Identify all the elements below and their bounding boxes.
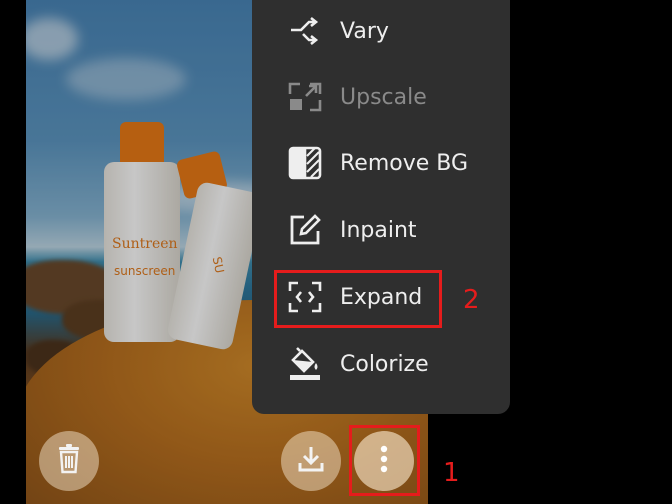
inpaint-icon — [288, 213, 322, 247]
menu-item-label: Upscale — [340, 84, 427, 110]
menu-item-colorize[interactable]: Colorize — [252, 333, 510, 395]
delete-button[interactable] — [39, 431, 99, 491]
menu-item-label: Inpaint — [340, 217, 417, 243]
trash-icon — [55, 444, 83, 478]
highlight-box-more-options — [349, 425, 420, 496]
menu-item-upscale[interactable]: Upscale — [252, 66, 510, 128]
menu-item-label: Colorize — [340, 351, 429, 377]
menu-item-label: Vary — [340, 18, 389, 44]
more-options-menu: Vary Upscale Remove BG Inpaint Expand Co… — [252, 0, 510, 414]
colorize-icon — [288, 347, 322, 381]
menu-item-label: Remove BG — [340, 150, 469, 176]
remove-bg-icon — [288, 146, 322, 180]
upscale-icon — [288, 80, 322, 114]
download-icon — [296, 444, 326, 478]
vary-icon — [288, 14, 322, 48]
step-number-2: 2 — [463, 285, 480, 315]
menu-item-remove-bg[interactable]: Remove BG — [252, 132, 510, 194]
menu-item-inpaint[interactable]: Inpaint — [252, 199, 510, 261]
stage: Suntreen sunscreen SU Vary Upscale Remov… — [0, 0, 672, 504]
step-number-1: 1 — [443, 458, 460, 488]
menu-item-vary[interactable]: Vary — [252, 0, 510, 62]
download-button[interactable] — [281, 431, 341, 491]
highlight-box-expand — [274, 270, 442, 328]
